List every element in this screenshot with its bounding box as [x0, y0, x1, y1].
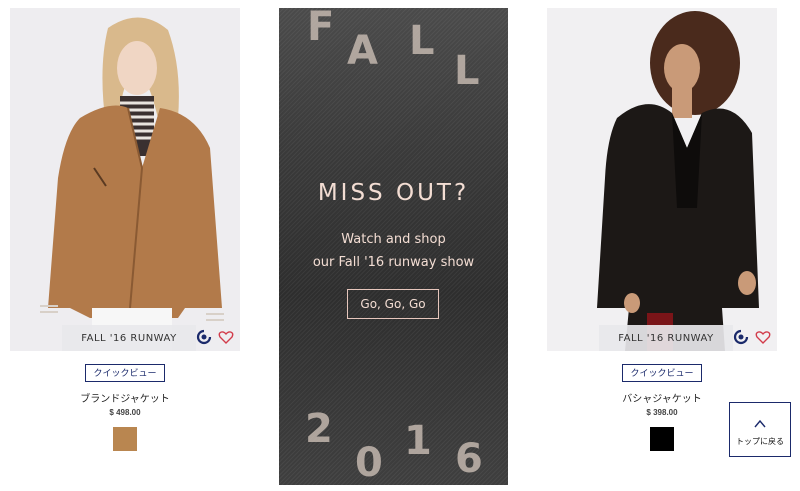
product-price: $ 498.00: [109, 408, 141, 417]
promo-subtext-line: our Fall '16 runway show: [312, 255, 475, 270]
runway-badge: FALL '16 RUNWAY: [599, 325, 733, 351]
product-image[interactable]: FALL '16 RUNWAY: [547, 8, 777, 351]
year-digit: 1: [404, 418, 432, 464]
fall-letter: L: [454, 48, 480, 94]
favorite-heart-icon[interactable]: [218, 329, 234, 345]
color-swatch[interactable]: [113, 427, 137, 451]
product-card: FALL '16 RUNWAY クイックビュー バシャジャケット $ 398.0…: [547, 8, 777, 451]
brand-logo-icon[interactable]: [196, 329, 212, 345]
quickview-button[interactable]: クイックビュー: [85, 364, 165, 382]
runway-badge: FALL '16 RUNWAY: [62, 325, 196, 351]
product-name[interactable]: ブランドジャケット: [10, 390, 240, 405]
year-digit: 2: [305, 406, 333, 452]
fall-letter: A: [347, 28, 378, 74]
color-swatch[interactable]: [650, 427, 674, 451]
chevron-up-icon: [753, 417, 767, 431]
back-to-top-button[interactable]: トップに戻る: [729, 402, 791, 457]
brand-logo-icon[interactable]: [733, 329, 749, 345]
go-go-go-button[interactable]: Go, Go, Go: [347, 289, 439, 319]
year-digit: 6: [455, 436, 483, 482]
back-to-top-label: トップに戻る: [736, 437, 784, 446]
fall-letter: F: [307, 8, 335, 50]
promo-headline: MISS OUT?: [317, 180, 470, 206]
favorite-heart-icon[interactable]: [755, 329, 771, 345]
quickview-button[interactable]: クイックビュー: [622, 364, 702, 382]
product-card: FALL '16 RUNWAY クイックビュー ブランドジャケット $ 498.…: [10, 8, 240, 451]
fall-letter: L: [409, 18, 435, 64]
promo-subtext: Watch and shop our Fall '16 runway show: [279, 228, 508, 274]
year-digit: 0: [355, 440, 383, 485]
product-image[interactable]: FALL '16 RUNWAY: [10, 8, 240, 351]
promo-subtext-line: Watch and shop: [341, 232, 446, 247]
runway-promo-banner[interactable]: F A L L MISS OUT? Watch and shop our Fal…: [279, 8, 508, 485]
